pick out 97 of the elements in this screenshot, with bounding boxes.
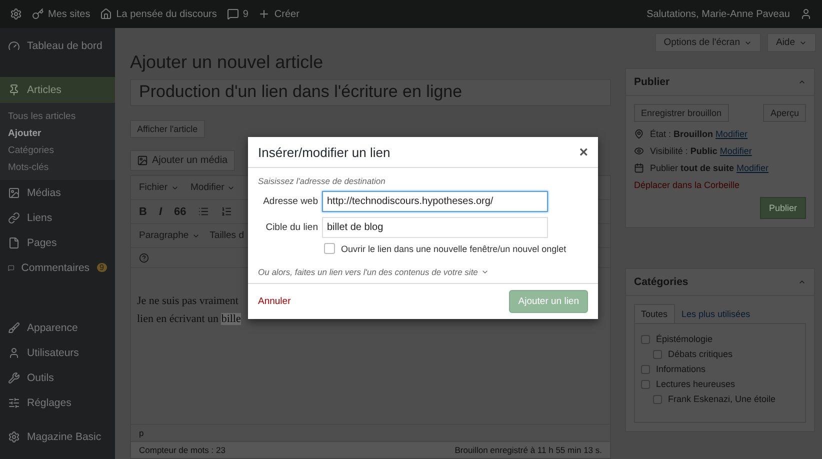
pin-icon xyxy=(8,84,20,96)
sidebar-item[interactable]: Réglages xyxy=(0,390,115,415)
link-text-field[interactable]: billet de blog xyxy=(322,217,548,238)
checkbox[interactable] xyxy=(641,380,650,388)
close-button[interactable]: × xyxy=(579,144,588,160)
admin-bar-link[interactable]: 9 xyxy=(242,8,248,20)
status-text: Publier tout de suite Modifier xyxy=(650,163,769,173)
edit-link[interactable]: Modifier xyxy=(716,129,748,139)
wrench-icon xyxy=(8,372,20,384)
submenu-item[interactable]: Mots-clés xyxy=(8,162,107,174)
speech-bubble-icon[interactable] xyxy=(226,8,239,20)
search-toggle[interactable]: Ou alors, faites un lien vers l'un des contenus de votre site xyxy=(258,259,588,277)
category-label: Lectures heureuses xyxy=(656,379,736,389)
eye-icon xyxy=(634,146,644,156)
field-label: Adresse web xyxy=(262,196,318,207)
preview-button[interactable]: Aperçu xyxy=(763,104,806,122)
category-label: Débats critiques xyxy=(668,349,733,359)
greeting[interactable]: Salutations, Marie-Anne Paveau xyxy=(646,8,790,20)
add-link-button[interactable]: Ajouter un lien xyxy=(509,290,588,313)
field-label: Cible du lien xyxy=(264,222,318,233)
caret-icon[interactable] xyxy=(798,278,806,286)
url-field[interactable]: http://technodiscours.hypotheses.org/ xyxy=(322,191,548,212)
view-post-button[interactable]: Afficher l'article xyxy=(130,120,205,138)
sliders-icon xyxy=(8,396,20,408)
sidebar-item[interactable]: Utilisateurs xyxy=(0,340,115,365)
size-select[interactable]: Tailles d xyxy=(210,230,244,241)
checkbox[interactable] xyxy=(641,334,650,344)
caret-icon[interactable] xyxy=(798,78,806,86)
title-field[interactable]: Production d'un lien dans l'écriture en ligne xyxy=(130,79,611,106)
cancel-link[interactable]: Annuler xyxy=(258,296,291,307)
map-pin-icon xyxy=(634,129,644,139)
element-path: p xyxy=(139,428,144,438)
calendar-icon xyxy=(634,163,644,173)
caret-icon xyxy=(480,268,489,276)
category-label: Informations xyxy=(656,364,706,374)
edit-link[interactable]: Modifier xyxy=(736,163,769,173)
menu-item[interactable]: Modifier xyxy=(190,182,236,193)
brush-icon xyxy=(8,322,20,334)
admin-bar-link[interactable]: Créer xyxy=(274,8,300,20)
add-media-button[interactable]: Ajouter un média xyxy=(130,150,235,171)
submenu-item[interactable]: Ajouter xyxy=(8,128,107,140)
numbered-list-icon[interactable] xyxy=(221,206,232,217)
submenu-item[interactable]: Catégories xyxy=(8,145,107,157)
checkbox[interactable] xyxy=(324,243,335,254)
edit-link[interactable]: Modifier xyxy=(720,146,752,156)
word-count: Compteur de mots : 23 xyxy=(139,445,226,455)
image-icon xyxy=(137,155,148,166)
count-badge: 9 xyxy=(96,263,107,272)
page-icon xyxy=(8,236,20,248)
dropdown-button[interactable]: Aide xyxy=(766,33,816,52)
sidebar-item[interactable]: Pages xyxy=(0,230,115,255)
publish-button[interactable]: Publier xyxy=(760,197,806,219)
format-button[interactable]: 66 xyxy=(174,206,186,218)
admin-bar-link[interactable]: La pensée du discours xyxy=(116,8,217,20)
sidebar-item[interactable]: Tableau de bord xyxy=(0,33,115,58)
category-label: Épistémologie xyxy=(656,334,713,344)
checkbox[interactable] xyxy=(653,394,662,404)
tab[interactable]: Toutes xyxy=(634,304,675,323)
checkbox[interactable] xyxy=(653,350,662,358)
panel-title: Catégories xyxy=(634,276,688,288)
help-icon[interactable] xyxy=(139,252,149,262)
menu-item[interactable]: Fichier xyxy=(139,182,179,193)
sidebar-item[interactable]: Magazine Basic xyxy=(0,424,115,449)
sidebar-item[interactable]: Articles xyxy=(0,77,115,103)
dialog-title: Insérer/modifier un lien xyxy=(258,144,390,160)
plus-icon[interactable] xyxy=(258,8,270,20)
sidebar-item[interactable]: Médias xyxy=(0,180,115,205)
instructions: Saisissez l'adresse de destination xyxy=(258,176,386,186)
user-icon xyxy=(8,346,20,358)
admin-bar-link[interactable]: Mes sites xyxy=(48,8,90,20)
user-icon xyxy=(800,8,812,20)
panel-title: Publier xyxy=(634,76,670,88)
sidebar-item[interactable]: Apparence xyxy=(0,315,115,340)
sidebar-item[interactable]: Outils xyxy=(0,365,115,390)
image-icon xyxy=(8,186,20,198)
checkbox-label: Ouvrir le lien dans une nouvelle fenêtre/un nouvel onglet xyxy=(341,244,566,254)
format-button[interactable]: I xyxy=(158,206,162,218)
sidebar-item[interactable]: Liens xyxy=(0,205,115,230)
save-status: Brouillon enregistré à 11 h 55 min 13 s. xyxy=(454,445,602,455)
tab[interactable]: Les plus utilisées xyxy=(674,304,758,323)
gauge-icon xyxy=(8,40,20,52)
dropdown-button[interactable]: Options de l'écran xyxy=(654,33,761,52)
sidebar-item[interactable]: Commentaires 9 xyxy=(0,255,115,280)
category-label: Frank Eskenazi, Une étoile xyxy=(668,394,776,404)
status-text: Visibilité : Public Modifier xyxy=(650,146,752,156)
key-icon[interactable] xyxy=(32,8,44,20)
format-select[interactable]: Paragraphe xyxy=(139,230,200,241)
list-icon[interactable] xyxy=(198,206,210,217)
submenu-item[interactable]: Tous les articles xyxy=(8,111,107,123)
format-button[interactable]: B xyxy=(139,206,147,218)
gear-icon xyxy=(8,430,20,442)
status-text: État : Brouillon Modifier xyxy=(650,129,748,139)
checkbox[interactable] xyxy=(641,364,650,374)
save-draft-button[interactable]: Enregistrer brouillon xyxy=(634,104,729,122)
home-icon[interactable] xyxy=(100,8,112,20)
link-icon xyxy=(8,212,20,224)
trash-link[interactable]: Déplacer dans la Corbeille xyxy=(634,180,806,190)
